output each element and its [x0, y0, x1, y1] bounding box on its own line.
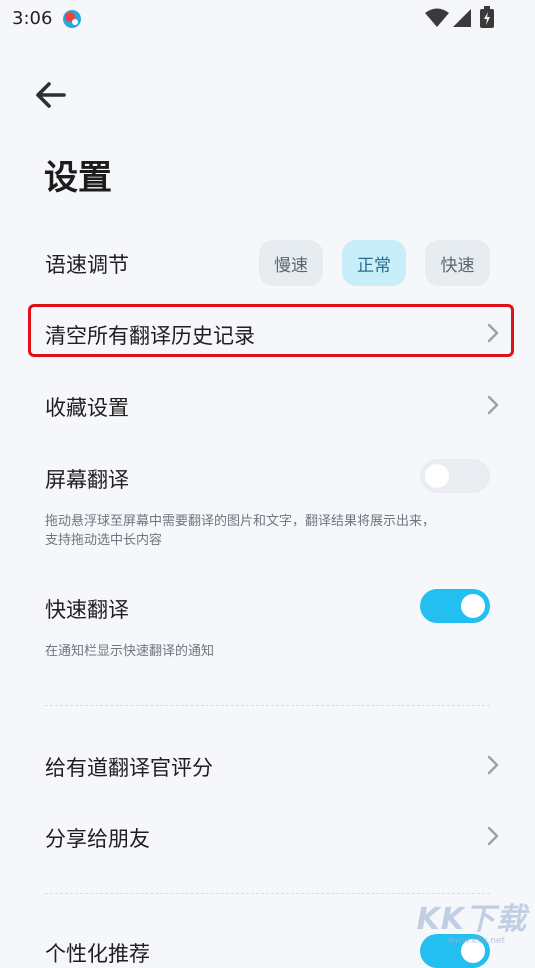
screen-translate-label: 屏幕翻译	[45, 468, 129, 492]
wifi-icon	[425, 8, 449, 27]
speed-option-fast[interactable]: 快速	[425, 240, 490, 286]
cellular-signal-icon	[453, 9, 471, 27]
chevron-right-icon	[487, 395, 499, 415]
speech-speed-label: 语速调节	[45, 253, 129, 277]
status-time: 3:06	[12, 8, 53, 29]
watermark-url: www.kkx.net	[447, 936, 506, 946]
personalized-label: 个性化推荐	[45, 942, 150, 966]
watermark-logo: KK下载	[416, 902, 527, 937]
battery-icon	[480, 6, 494, 28]
status-bar: 3:06	[0, 0, 535, 40]
toggle-knob	[425, 464, 449, 488]
quick-translate-label: 快速翻译	[45, 598, 129, 622]
toggle-knob	[461, 594, 485, 618]
back-arrow-icon[interactable]	[34, 80, 68, 110]
speed-option-normal[interactable]: 正常	[342, 240, 406, 286]
screen-translate-hint: 拖动悬浮球至屏幕中需要翻译的图片和文字，翻译结果将展示出来，支持拖动选中长内容	[45, 514, 436, 548]
share-item[interactable]: 分享给朋友	[45, 823, 150, 853]
clear-history-item[interactable]: 清空所有翻译历史记录	[45, 320, 255, 350]
section-divider	[45, 705, 490, 706]
favorites-settings-item[interactable]: 收藏设置	[45, 392, 129, 422]
chevron-right-icon	[487, 755, 499, 775]
chevron-right-icon	[487, 826, 499, 846]
screen-translate-toggle[interactable]	[420, 459, 490, 493]
quick-translate-hint: 在通知栏显示快速翻译的通知	[45, 644, 215, 659]
page-title: 设置	[44, 158, 112, 198]
rate-app-item[interactable]: 给有道翻译官评分	[45, 752, 213, 782]
app-notification-icon	[63, 10, 81, 28]
chevron-right-icon	[487, 323, 499, 343]
speed-option-slow[interactable]: 慢速	[259, 240, 323, 286]
quick-translate-toggle[interactable]	[420, 589, 490, 623]
